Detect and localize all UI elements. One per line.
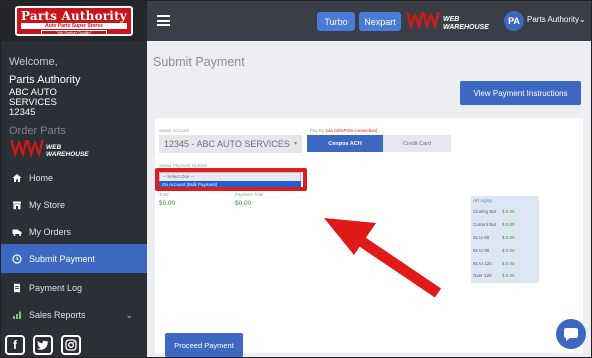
app-window: Parts Authority Auto Parts Super Stores … xyxy=(0,0,592,358)
annotation-arrow-icon xyxy=(324,218,442,298)
